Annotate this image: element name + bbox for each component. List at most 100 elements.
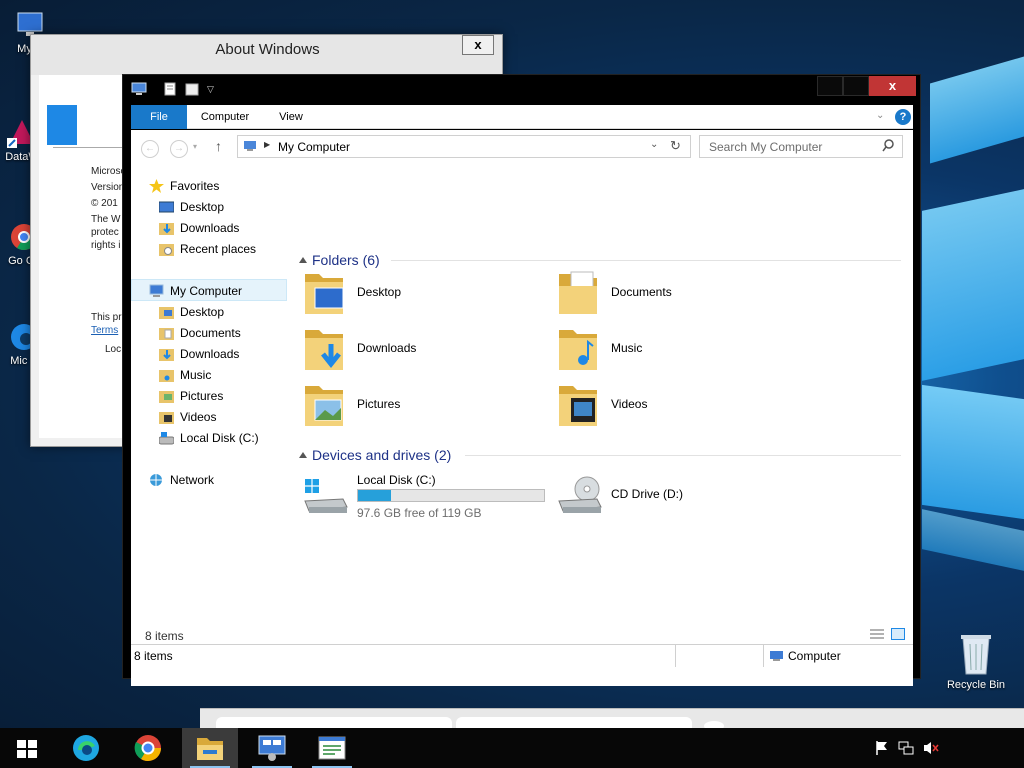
hard-drive-icon <box>158 431 175 445</box>
tab-view[interactable]: View <box>271 105 311 129</box>
nav-computer-local-disk[interactable]: Local Disk (C:) <box>158 428 269 448</box>
nav-favorites-recent-places[interactable]: Recent places <box>159 239 269 259</box>
about-text-line: Version <box>91 182 125 193</box>
search-icon[interactable] <box>882 139 894 153</box>
group-divider <box>391 260 901 261</box>
drives-group-header[interactable]: Devices and drives (2) <box>299 445 469 465</box>
taskbar-edge[interactable] <box>58 728 114 768</box>
taskbar-chrome[interactable] <box>120 728 176 768</box>
recent-locations-icon[interactable]: ▾ <box>193 142 197 151</box>
forward-button[interactable]: → <box>170 140 188 158</box>
close-button[interactable]: x <box>869 76 916 96</box>
videos-folder-icon <box>159 410 174 424</box>
nav-computer-music[interactable]: Music <box>159 365 269 385</box>
taskbar <box>0 728 1024 768</box>
about-close-button[interactable]: x <box>462 35 494 55</box>
background-window <box>200 708 1024 731</box>
about-title: About Windows <box>215 41 320 58</box>
documents-folder-icon <box>557 268 603 316</box>
wallpaper-shape <box>922 189 1024 381</box>
properties-icon[interactable] <box>163 82 177 96</box>
large-icons-view-icon[interactable] <box>891 628 905 640</box>
folder-label: Music <box>611 341 643 355</box>
address-dropdown-icon[interactable]: ⌄ <box>650 139 658 150</box>
explorer-window: ▽ x File Computer View ⌄ ? ← → ▾ ↑ ▶ My … <box>122 74 921 686</box>
explorer-title-bar[interactable]: ▽ x <box>123 75 920 104</box>
folder-desktop[interactable]: Desktop <box>303 268 543 318</box>
minimize-button[interactable] <box>817 76 843 96</box>
divider <box>675 645 676 667</box>
expand-ribbon-icon[interactable]: ⌄ <box>876 110 884 121</box>
tab-computer[interactable]: Computer <box>193 105 257 129</box>
taskbar-file-explorer[interactable] <box>182 728 238 768</box>
desktop-icon-recycle-bin[interactable]: Recycle Bin <box>940 632 1012 691</box>
nav-my-computer[interactable]: My Computer <box>149 281 269 301</box>
wallpaper-shape <box>922 384 1024 520</box>
taskbar-control-panel[interactable] <box>244 728 300 768</box>
about-title-bar[interactable]: About Windows x <box>31 35 502 75</box>
content-area: Favorites Desktop Downloads Recent place… <box>131 166 913 642</box>
nav-favorites[interactable]: Favorites <box>149 176 269 196</box>
nav-computer-pictures[interactable]: Pictures <box>159 386 269 406</box>
drive-name: CD Drive (D:) <box>611 487 683 501</box>
about-text-line: © 201 <box>91 198 118 209</box>
back-button[interactable]: ← <box>141 140 159 158</box>
maximize-button[interactable] <box>843 76 869 96</box>
about-text-line: Loc <box>105 344 122 355</box>
computer-icon <box>149 284 164 298</box>
refresh-icon[interactable]: ↻ <box>670 138 681 154</box>
desktop-folder-icon <box>159 305 174 319</box>
details-view-icon[interactable] <box>869 628 885 640</box>
terms-link[interactable]: Terms <box>91 325 118 336</box>
nav-computer-desktop[interactable]: Desktop <box>159 302 269 322</box>
breadcrumb-arrow-icon[interactable]: ▶ <box>264 140 270 149</box>
outer-item-count: 8 items <box>134 649 173 663</box>
notepad-icon <box>317 735 347 761</box>
folder-music[interactable]: Music <box>557 324 797 374</box>
taskbar-notepad[interactable] <box>304 728 360 768</box>
star-icon <box>149 179 164 193</box>
nav-computer-downloads[interactable]: Downloads <box>159 344 269 364</box>
drive-free-space: 97.6 GB free of 119 GB <box>357 506 482 520</box>
wallpaper-shape <box>930 56 1024 164</box>
about-text-line: protec <box>91 227 119 238</box>
nav-network[interactable]: Network <box>149 470 269 490</box>
folder-pictures[interactable]: Pictures <box>303 380 543 430</box>
about-text-line: Microso <box>91 166 127 177</box>
windows-logo-fragment <box>47 105 77 145</box>
nav-favorites-downloads[interactable]: Downloads <box>159 218 269 238</box>
help-icon[interactable]: ? <box>895 109 911 125</box>
nav-computer-videos[interactable]: Videos <box>159 407 269 427</box>
computer-small-icon <box>769 650 785 662</box>
folder-documents[interactable]: Documents <box>557 268 797 318</box>
start-button[interactable] <box>0 728 56 768</box>
volume-muted-icon[interactable] <box>922 740 939 756</box>
main-view: Folders (6) Desktop Documents Downloads … <box>291 166 913 642</box>
hard-drive-icon <box>303 475 349 523</box>
address-bar[interactable]: ▶ My Computer ⌄ ↻ <box>237 135 691 158</box>
chevron-down-icon[interactable]: ▽ <box>207 84 221 98</box>
about-text-line: The W <box>91 214 121 225</box>
network-status-icon[interactable] <box>898 740 914 756</box>
cd-drive-icon <box>557 475 603 523</box>
nav-computer-documents[interactable]: Documents <box>159 323 269 343</box>
folder-label: Pictures <box>357 397 401 411</box>
nav-favorites-desktop[interactable]: Desktop <box>158 197 269 217</box>
drive-usage-fill <box>358 490 391 501</box>
folder-label: Desktop <box>357 285 402 299</box>
new-folder-icon[interactable] <box>185 82 199 96</box>
drive-cd[interactable]: CD Drive (D:) <box>557 471 797 521</box>
folder-downloads[interactable]: Downloads <box>303 324 543 374</box>
drive-name: Local Disk (C:) <box>357 473 436 487</box>
downloads-folder-icon <box>303 324 349 372</box>
tab-file[interactable]: File <box>131 105 187 129</box>
folder-videos[interactable]: Videos <box>557 380 797 430</box>
drive-local-disk[interactable]: Local Disk (C:) 97.6 GB free of 119 GB <box>303 471 555 521</box>
desktop-icon <box>158 200 175 214</box>
up-button[interactable]: ↑ <box>215 138 222 154</box>
computer-small-icon <box>243 140 257 152</box>
network-icon <box>149 473 164 487</box>
action-center-flag-icon[interactable] <box>874 740 890 756</box>
file-explorer-icon <box>195 734 225 762</box>
search-box[interactable]: Search My Computer <box>699 135 903 158</box>
